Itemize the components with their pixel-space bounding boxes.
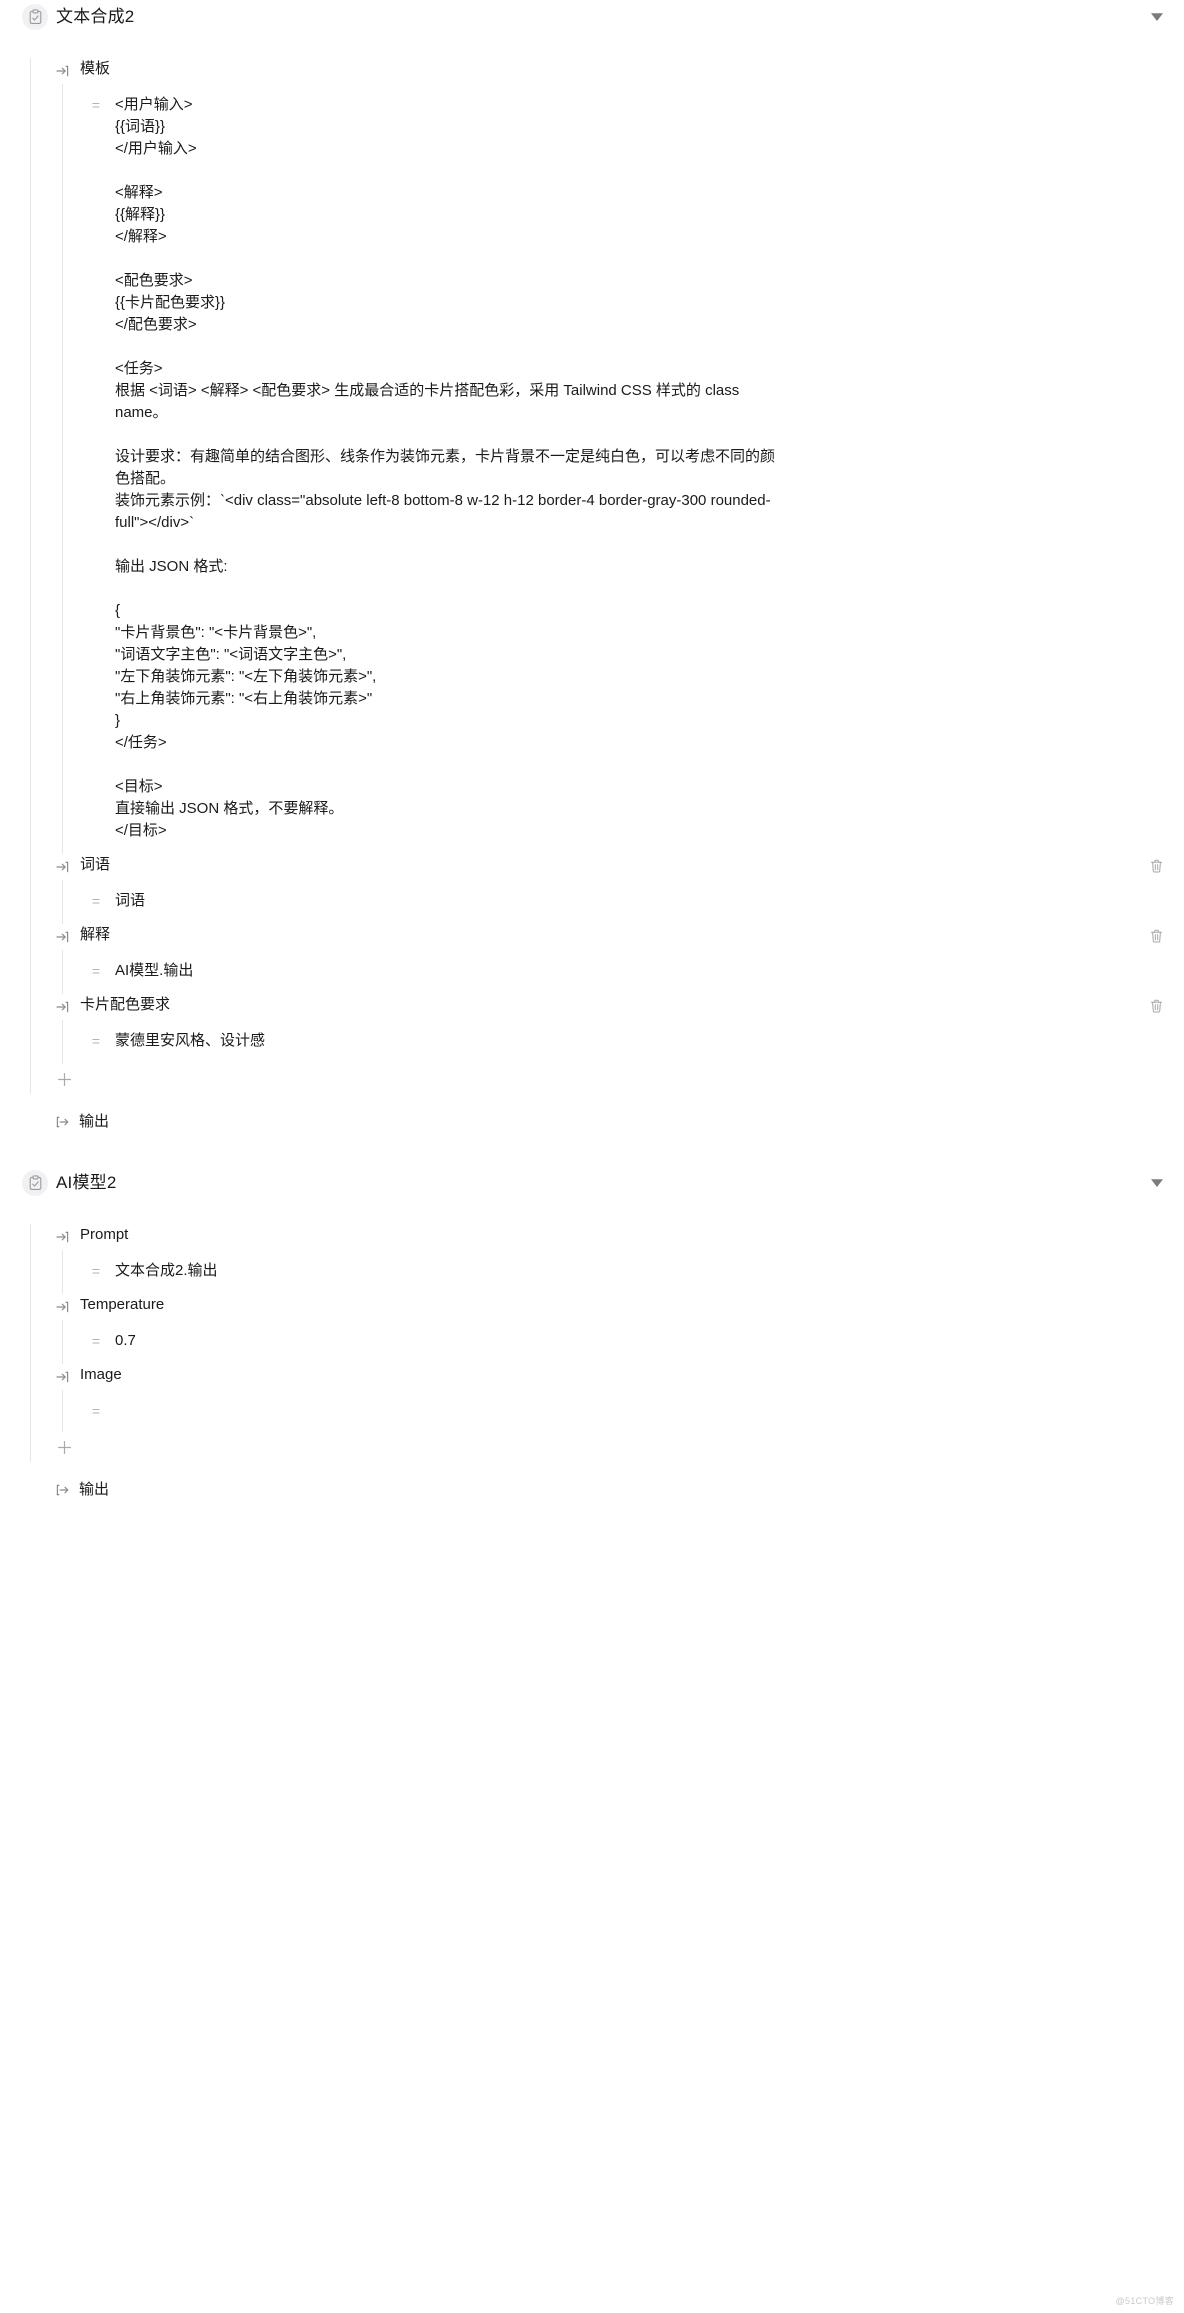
field-value-container: = 文本合成2.输出 [62,1250,1184,1294]
field-value-row[interactable]: = AI模型.输出 [89,960,1184,982]
arrow-out-icon [54,1113,70,1131]
field-value-row[interactable]: = 0.7 [89,1330,1184,1352]
field-header[interactable]: Temperature [55,1294,1184,1320]
field-label: Prompt [80,1226,129,1243]
triangle-down-icon[interactable] [1148,8,1166,26]
card-color-spec-value[interactable]: 蒙德里安风格、设计感 [115,1030,265,1052]
field-value-container: = 词语 [62,880,1184,924]
field-label: Temperature [80,1296,165,1313]
trash-icon[interactable] [1146,996,1166,1016]
field-card-color-spec: 卡片配色要求 = 蒙德里安风格、设计感 [55,994,1184,1064]
node-ai-model-2: AI模型2 Prompt = 文本合成2.输出 Temperature = 0.… [0,1166,1184,1504]
equals-icon: = [91,97,101,113]
field-actions [1146,994,1166,1016]
arrow-in-icon [55,1367,71,1387]
field-image: Image = [55,1364,1184,1432]
node-title: 文本合成2 [56,7,135,26]
field-value-container: = [62,1390,1184,1432]
node-title: AI模型2 [56,1173,117,1192]
node-output-row[interactable]: 输出 [30,1108,1184,1136]
field-prompt: Prompt = 文本合成2.输出 [55,1224,1184,1294]
field-template: 模板 = <用户输入> {{词语}} </用户输入> <解释> {{解释}} <… [55,58,1184,854]
arrow-in-icon [55,857,71,877]
arrow-in-icon [55,1227,71,1247]
prompt-value[interactable]: 文本合成2.输出 [115,1260,218,1282]
field-value-container: = 0.7 [62,1320,1184,1364]
clipboard-check-icon [22,4,48,30]
field-header[interactable]: 模板 [55,58,1184,84]
add-field-button[interactable] [55,1432,1184,1462]
equals-icon: = [91,1333,101,1349]
node-header[interactable]: AI模型2 [0,1166,1184,1200]
field-value-row[interactable]: = 文本合成2.输出 [89,1260,1184,1282]
arrow-out-icon [54,1481,70,1499]
plus-icon [55,1438,73,1456]
equals-icon: = [91,893,101,909]
temperature-value[interactable]: 0.7 [115,1330,136,1352]
field-actions [1146,924,1166,946]
arrow-in-icon [55,927,71,947]
watermark: @51CTO博客 [1115,2296,1174,2306]
clipboard-check-icon [22,1170,48,1196]
output-label: 输出 [79,1113,110,1130]
triangle-down-icon[interactable] [1148,1174,1166,1192]
node-fields: Prompt = 文本合成2.输出 Temperature = 0.7 Imag… [30,1224,1184,1462]
field-explanation: 解释 = AI模型.输出 [55,924,1184,994]
workflow-canvas: 文本合成2 模板 = <用户输入> {{词语}} </用户输入> <解释> {{… [0,0,1184,2313]
equals-icon: = [91,1033,101,1049]
equals-icon: = [91,1263,101,1279]
field-temperature: Temperature = 0.7 [55,1294,1184,1364]
equals-icon: = [91,1403,101,1419]
node-header[interactable]: 文本合成2 [0,0,1184,34]
plus-icon [55,1070,73,1088]
field-label: 词语 [80,856,111,873]
field-label: 解释 [80,926,111,943]
trash-icon[interactable] [1146,926,1166,946]
field-label: 卡片配色要求 [80,996,171,1013]
arrow-in-icon [55,1297,71,1317]
arrow-in-icon [55,61,71,81]
node-fields: 模板 = <用户输入> {{词语}} </用户输入> <解释> {{解释}} <… [30,58,1184,1094]
field-header[interactable]: 词语 [55,854,1184,880]
field-value-row[interactable]: = 蒙德里安风格、设计感 [89,1030,1184,1052]
field-header[interactable]: Prompt [55,1224,1184,1250]
explanation-value[interactable]: AI模型.输出 [115,960,193,982]
field-value-row[interactable]: = <用户输入> {{词语}} </用户输入> <解释> {{解释}} </解释… [89,94,1184,842]
field-value-row[interactable]: = [89,1400,1184,1420]
field-actions [1146,854,1166,876]
field-value-row[interactable]: = 词语 [89,890,1184,912]
word-value[interactable]: 词语 [115,890,145,912]
node-text-composer-2: 文本合成2 模板 = <用户输入> {{词语}} </用户输入> <解释> {{… [0,0,1184,1136]
field-header[interactable]: Image [55,1364,1184,1390]
field-value-container: = AI模型.输出 [62,950,1184,994]
trash-icon[interactable] [1146,856,1166,876]
field-header[interactable]: 卡片配色要求 [55,994,1184,1020]
arrow-in-icon [55,997,71,1017]
node-output-row[interactable]: 输出 [30,1476,1184,1504]
field-word: 词语 = 词语 [55,854,1184,924]
equals-icon: = [91,963,101,979]
field-label: Image [80,1366,122,1383]
template-value[interactable]: <用户输入> {{词语}} </用户输入> <解释> {{解释}} </解释> … [115,94,787,842]
field-label: 模板 [80,60,111,77]
output-label: 输出 [79,1481,110,1498]
field-header[interactable]: 解释 [55,924,1184,950]
field-value-container: = 蒙德里安风格、设计感 [62,1020,1184,1064]
field-value-container: = <用户输入> {{词语}} </用户输入> <解释> {{解释}} </解释… [62,84,1184,854]
add-field-button[interactable] [55,1064,1184,1094]
